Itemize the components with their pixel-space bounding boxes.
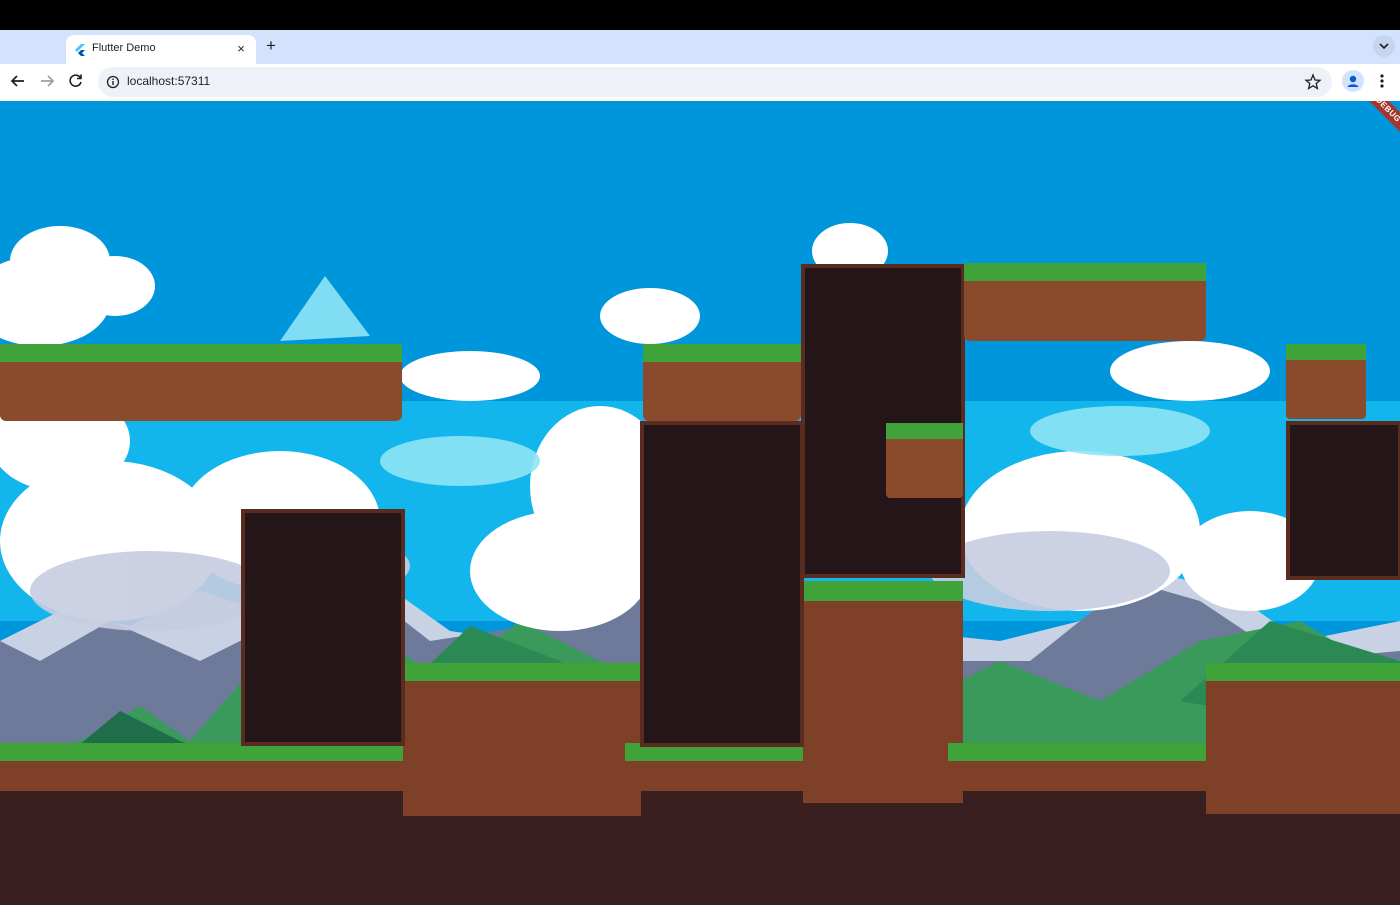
screen-top-bar bbox=[0, 0, 1400, 30]
site-info-icon[interactable] bbox=[106, 75, 120, 89]
url-text[interactable]: localhost:57311 bbox=[127, 74, 210, 88]
kebab-menu-icon[interactable] bbox=[1373, 70, 1391, 92]
reload-icon[interactable] bbox=[65, 70, 87, 92]
flutter-logo-icon bbox=[75, 44, 85, 56]
back-arrow-icon[interactable] bbox=[7, 70, 29, 92]
profile-avatar-icon[interactable] bbox=[1342, 70, 1364, 92]
bookmark-star-icon[interactable] bbox=[1304, 73, 1322, 91]
new-tab-button[interactable]: + bbox=[262, 36, 280, 56]
address-bar[interactable]: localhost:57311 bbox=[98, 67, 1332, 97]
profile-person-icon bbox=[1347, 75, 1359, 87]
forward-arrow-icon[interactable] bbox=[36, 70, 58, 92]
tab-close-button[interactable]: × bbox=[232, 40, 250, 58]
flutter-game-canvas[interactable]: DEBUG bbox=[0, 101, 1400, 905]
browser-tab[interactable]: Flutter Demo × bbox=[66, 35, 256, 65]
game-scene bbox=[0, 101, 1400, 905]
chevron-down-icon bbox=[1379, 43, 1389, 50]
tab-list-button[interactable] bbox=[1373, 35, 1395, 57]
tab-title: Flutter Demo bbox=[92, 42, 156, 54]
